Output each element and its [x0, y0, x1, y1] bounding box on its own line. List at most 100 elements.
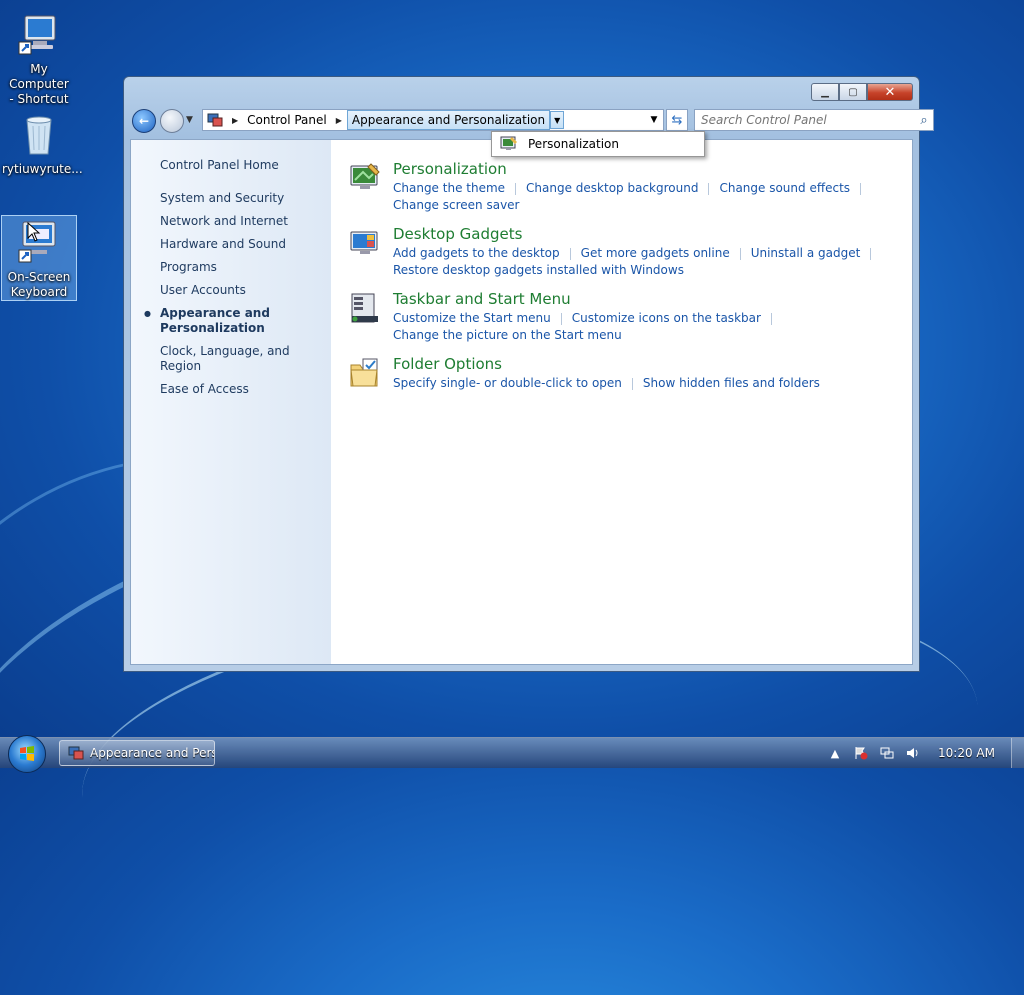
left-navigation-pane: Control Panel Home System and Security N… — [131, 140, 331, 664]
category-title-personalization[interactable]: Personalization — [393, 160, 871, 178]
folder-options-icon — [350, 358, 378, 387]
link-customize-start-menu[interactable]: Customize the Start menu — [393, 311, 551, 325]
breadcrumb-appearance-and-personalization[interactable]: Appearance and Personalization — [346, 110, 551, 130]
close-icon: ✕ — [884, 84, 896, 100]
category-folder-options: Folder Options Specify single- or double… — [349, 355, 912, 392]
taskbar-button-control-panel[interactable]: Appearance and Pers... — [59, 740, 215, 766]
search-icon[interactable]: ⌕ — [915, 113, 933, 128]
close-button[interactable]: ✕ — [867, 83, 913, 101]
volume-icon[interactable] — [905, 745, 921, 761]
window-content: Control Panel Home System and Security N… — [130, 139, 913, 665]
desktop-icon-my-computer[interactable]: My Computer - Shortcut — [2, 8, 76, 107]
link-separator — [739, 247, 741, 260]
caption-buttons: ▁ ▢ ✕ — [811, 83, 913, 101]
nav-system-and-security[interactable]: System and Security — [160, 187, 331, 210]
desktop-icon-label: - Shortcut — [9, 92, 69, 106]
nav-clock-language-and-region[interactable]: Clock, Language, and Region — [160, 340, 331, 378]
category-links: Change the theme Change desktop backgroun… — [393, 180, 871, 214]
control-panel-icon — [68, 746, 84, 760]
mouse-cursor-icon — [27, 222, 41, 242]
nav-hardware-and-sound[interactable]: Hardware and Sound — [160, 233, 331, 256]
refresh-button[interactable]: ⇆ — [666, 109, 688, 131]
nav-current-label: Personalization — [160, 321, 265, 335]
link-change-desktop-background[interactable]: Change desktop background — [526, 181, 698, 195]
maximize-icon: ▢ — [848, 86, 858, 98]
desktop-icon-label: My Computer — [9, 62, 69, 91]
search-input[interactable] — [695, 112, 915, 128]
recent-pages-dropdown[interactable]: ▼ — [186, 115, 193, 125]
link-customize-taskbar-icons[interactable]: Customize icons on the taskbar — [572, 311, 761, 325]
taskbar-icon — [351, 293, 378, 323]
category-links: Customize the Start menu Customize icons … — [393, 310, 782, 344]
desktop-icon-label: On-Screen — [7, 270, 71, 284]
link-separator — [631, 377, 633, 390]
breadcrumb-separator-icon[interactable]: ▶ — [227, 116, 243, 125]
category-title-folder-options[interactable]: Folder Options — [393, 355, 820, 373]
link-get-more-gadgets[interactable]: Get more gadgets online — [581, 246, 730, 260]
nav-user-accounts[interactable]: User Accounts — [160, 279, 331, 302]
minimize-icon: ▁ — [821, 86, 829, 98]
windows-logo-icon — [20, 746, 34, 761]
link-add-gadgets[interactable]: Add gadgets to the desktop — [393, 246, 560, 260]
taskbar: Appearance and Pers... ▲ 10:20 AM — [0, 735, 1024, 773]
taskbar-button-label: Appearance and Pers... — [90, 746, 214, 760]
network-icon[interactable] — [879, 745, 895, 761]
breadcrumb-control-panel[interactable]: Control Panel — [243, 110, 331, 130]
address-history-dropdown[interactable]: ▼ — [645, 115, 663, 125]
link-separator — [515, 182, 517, 195]
nav-current-label: Appearance and — [160, 306, 270, 320]
nav-network-and-internet[interactable]: Network and Internet — [160, 210, 331, 233]
category-desktop-gadgets: Desktop Gadgets Add gadgets to the deskt… — [349, 225, 912, 279]
link-uninstall-gadget[interactable]: Uninstall a gadget — [751, 246, 861, 260]
show-hidden-icons-icon[interactable]: ▲ — [827, 745, 843, 761]
clock[interactable]: 10:20 AM — [938, 746, 995, 760]
link-change-start-menu-picture[interactable]: Change the picture on the Start menu — [393, 328, 622, 342]
category-title-desktop-gadgets[interactable]: Desktop Gadgets — [393, 225, 881, 243]
link-separator — [708, 182, 710, 195]
control-panel-window: ▁ ▢ ✕ ← ▼ ▶ Control Panel ▶ Appearance a… — [123, 76, 934, 672]
breadcrumb-dropdown-menu: Personalization — [491, 131, 705, 157]
category-personalization: Personalization Change the theme Change d… — [349, 160, 912, 214]
minimize-button[interactable]: ▁ — [811, 83, 839, 101]
forward-button[interactable] — [160, 109, 184, 133]
desktop-icon-label: Keyboard — [10, 285, 68, 299]
link-single-double-click[interactable]: Specify single- or double-click to open — [393, 376, 622, 390]
link-separator — [870, 247, 872, 260]
maximize-button[interactable]: ▢ — [839, 83, 867, 101]
recycle-bin-icon — [26, 116, 52, 155]
personalization-icon — [350, 163, 380, 189]
desktop-icon-recycle-bin[interactable]: rytiuwyrute... — [2, 108, 83, 177]
link-change-sound-effects[interactable]: Change sound effects — [719, 181, 850, 195]
nav-appearance-and-personalization: Appearance and Personalization — [144, 302, 331, 340]
category-title-taskbar-and-start-menu[interactable]: Taskbar and Start Menu — [393, 290, 782, 308]
link-restore-gadgets[interactable]: Restore desktop gadgets installed with W… — [393, 263, 684, 277]
show-desktop-button[interactable] — [1011, 738, 1024, 768]
breadcrumb-dropdown-button[interactable]: ▼ — [550, 111, 565, 129]
category-links: Specify single- or double-click to open S… — [393, 375, 820, 392]
link-change-screen-saver[interactable]: Change screen saver — [393, 198, 520, 212]
link-separator — [860, 182, 862, 195]
nav-control-panel-home[interactable]: Control Panel Home — [160, 154, 331, 177]
category-list: Personalization Change the theme Change d… — [331, 140, 912, 664]
search-box[interactable]: ⌕ — [694, 109, 934, 131]
menu-item-personalization[interactable]: Personalization — [528, 137, 619, 151]
link-separator — [770, 312, 772, 325]
link-show-hidden-files[interactable]: Show hidden files and folders — [643, 376, 820, 390]
desktop-gadgets-icon — [350, 231, 378, 254]
address-bar[interactable]: ▶ Control Panel ▶ Appearance and Persona… — [202, 109, 664, 131]
link-change-theme[interactable]: Change the theme — [393, 181, 505, 195]
category-taskbar-and-start-menu: Taskbar and Start Menu Customize the Sta… — [349, 290, 912, 344]
nav-ease-of-access[interactable]: Ease of Access — [160, 378, 331, 401]
action-center-flag-icon[interactable] — [853, 745, 869, 761]
start-button[interactable] — [8, 735, 46, 773]
back-button[interactable]: ← — [132, 109, 156, 133]
control-panel-icon — [207, 113, 223, 127]
breadcrumb-separator-icon[interactable]: ▶ — [331, 116, 347, 125]
category-links: Add gadgets to the desktop Get more gadge… — [393, 245, 881, 279]
system-tray: ▲ 10:20 AM — [822, 738, 1024, 768]
nav-programs[interactable]: Programs — [160, 256, 331, 279]
refresh-icon: ⇆ — [671, 112, 683, 128]
link-separator — [569, 247, 571, 260]
personalization-icon — [500, 136, 517, 150]
desktop-icon-label: rytiuwyrute... — [2, 162, 83, 176]
